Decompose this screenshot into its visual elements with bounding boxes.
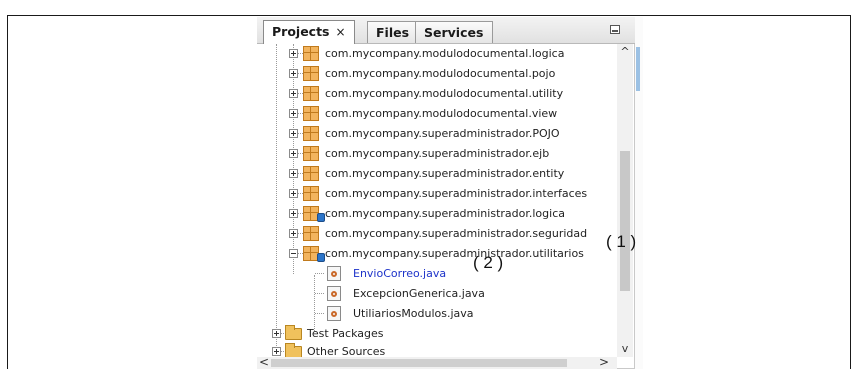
tree-item-label: ExcepcionGenerica.java — [353, 287, 485, 300]
scroll-right-icon[interactable]: > — [597, 355, 611, 369]
folder-icon — [285, 325, 302, 340]
tree-item-label: Test Packages — [307, 327, 384, 340]
package-icon — [303, 226, 319, 241]
scroll-thumb[interactable] — [620, 151, 630, 291]
tree-item-package[interactable]: com.mycompany.superadministrador.POJO — [257, 124, 617, 144]
tree-item-label: com.mycompany.superadministrador.ejb — [325, 147, 550, 160]
annotation-1: ( 1 ) — [606, 232, 637, 251]
expand-icon[interactable] — [289, 89, 298, 98]
collapse-icon[interactable] — [289, 249, 298, 258]
package-icon — [303, 186, 319, 201]
horizontal-scrollbar[interactable]: < > — [257, 355, 617, 369]
tab-services[interactable]: Services — [415, 21, 493, 43]
scroll-thumb[interactable] — [271, 359, 567, 367]
minimize-icon[interactable] — [610, 25, 620, 34]
java-file-icon — [327, 286, 341, 301]
package-icon — [303, 66, 319, 81]
tab-projects-label: Projects — [272, 24, 330, 39]
tree-item-label: com.mycompany.superadministrador.segurid… — [325, 227, 588, 240]
editor-edge — [634, 17, 643, 369]
java-file-icon — [327, 266, 341, 281]
tree-item-label: com.mycompany.superadministrador.utilita… — [325, 247, 584, 260]
project-tree[interactable]: com.mycompany.modulodocumental.logica co… — [257, 44, 617, 358]
tree-item-package[interactable]: com.mycompany.modulodocumental.logica — [257, 44, 617, 64]
expand-icon[interactable] — [289, 129, 298, 138]
tree-item-file[interactable]: ExcepcionGenerica.java — [257, 284, 617, 304]
tab-files[interactable]: Files — [367, 21, 419, 43]
package-icon — [303, 106, 319, 121]
package-icon — [303, 146, 319, 161]
tree-item-package[interactable]: com.mycompany.superadministrador.entity — [257, 164, 617, 184]
package-icon — [303, 46, 319, 61]
expand-icon[interactable] — [289, 49, 298, 58]
tree-item-label: com.mycompany.modulodocumental.logica — [325, 47, 565, 60]
expand-icon[interactable] — [289, 169, 298, 178]
tree-item-package[interactable]: com.mycompany.modulodocumental.pojo — [257, 64, 617, 84]
badge-icon — [317, 253, 325, 262]
tab-services-label: Services — [424, 25, 484, 40]
tree-item-label: EnvioCorreo.java — [353, 267, 447, 280]
vertical-scrollbar[interactable]: ^ v — [617, 44, 633, 357]
tree-item-label: com.mycompany.modulodocumental.view — [325, 107, 558, 120]
expand-icon[interactable] — [272, 347, 281, 356]
tree-item-package[interactable]: com.mycompany.modulodocumental.utility — [257, 84, 617, 104]
badge-icon — [317, 213, 325, 222]
tree-item-package[interactable]: com.mycompany.superadministrador.interfa… — [257, 184, 617, 204]
scroll-up-icon[interactable]: ^ — [617, 44, 633, 60]
tree-item-folder[interactable]: Test Packages — [257, 324, 617, 344]
tree-item-label: com.mycompany.superadministrador.interfa… — [325, 187, 588, 200]
tree-item-label: com.mycompany.superadministrador.POJO — [325, 127, 560, 140]
tree-item-label: UtiliariosModulos.java — [353, 307, 474, 320]
package-icon — [303, 166, 319, 181]
scroll-left-icon[interactable]: < — [257, 355, 271, 369]
tree-item-package[interactable]: com.mycompany.superadministrador.ejb — [257, 144, 617, 164]
package-icon — [303, 126, 319, 141]
tab-bar: Projects × Files Services — [257, 17, 635, 44]
tree-item-label: com.mycompany.modulodocumental.pojo — [325, 67, 556, 80]
close-icon[interactable]: × — [336, 25, 346, 39]
expand-icon[interactable] — [289, 69, 298, 78]
scroll-down-icon[interactable]: v — [617, 341, 633, 357]
java-file-icon — [327, 306, 341, 321]
tab-projects[interactable]: Projects × — [263, 20, 355, 44]
tree-item-label: com.mycompany.modulodocumental.utility — [325, 87, 564, 100]
tree-item-package[interactable]: com.mycompany.superadministrador.logica — [257, 204, 617, 224]
expand-icon[interactable] — [272, 329, 281, 338]
tree-item-package[interactable]: com.mycompany.superadministrador.segurid… — [257, 224, 617, 244]
annotation-2: ( 2 ) — [473, 253, 504, 272]
tree-item-label: com.mycompany.superadministrador.logica — [325, 207, 565, 220]
expand-icon[interactable] — [289, 149, 298, 158]
tree-item-label: com.mycompany.superadministrador.entity — [325, 167, 565, 180]
tree-item-file[interactable]: EnvioCorreo.java — [257, 264, 617, 284]
tab-files-label: Files — [376, 25, 410, 40]
package-icon — [303, 86, 319, 101]
tree-item-package-expanded[interactable]: com.mycompany.superadministrador.utilita… — [257, 244, 635, 264]
expand-icon[interactable] — [289, 189, 298, 198]
expand-icon[interactable] — [289, 109, 298, 118]
tree-item-file[interactable]: UtiliariosModulos.java — [257, 304, 617, 324]
tree-item-package[interactable]: com.mycompany.modulodocumental.view — [257, 104, 617, 124]
projects-panel: Projects × Files Services com.mycompany.m… — [257, 17, 635, 369]
expand-icon[interactable] — [289, 209, 298, 218]
expand-icon[interactable] — [289, 229, 298, 238]
